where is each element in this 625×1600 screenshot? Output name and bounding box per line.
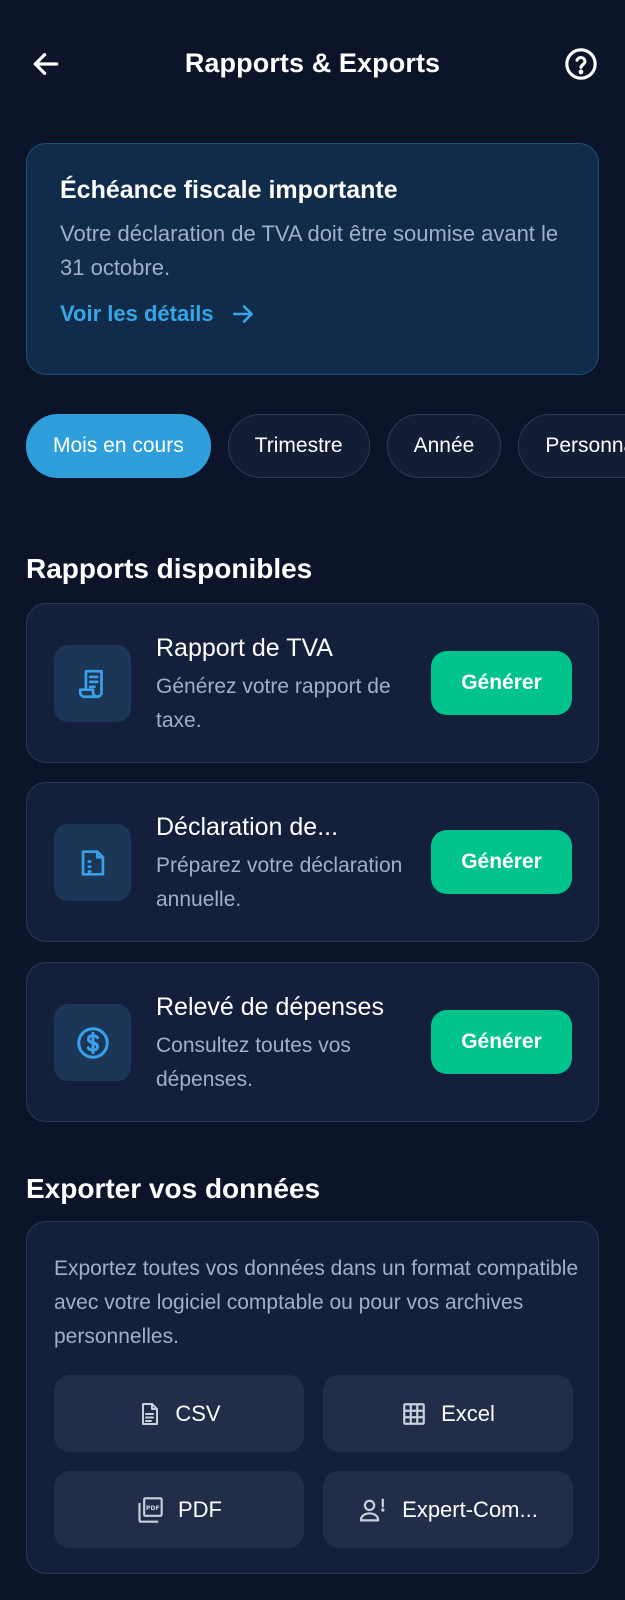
- tax-deadline-alert: Échéance fiscale importante Votre déclar…: [26, 143, 599, 375]
- export-card: Exportez toutes vos données dans un form…: [26, 1221, 599, 1574]
- export-section-title: Exporter vos données: [26, 1173, 321, 1204]
- export-pdf-button[interactable]: PDF PDF: [54, 1471, 304, 1548]
- report-description: Consultez toutes vos dépenses.: [156, 1034, 351, 1091]
- export-excel-button[interactable]: Excel: [323, 1375, 573, 1452]
- report-title: Rapport de TVA: [156, 634, 333, 662]
- alert-text: Votre déclaration de TVA doit être soumi…: [60, 221, 559, 280]
- generate-declaration-button[interactable]: Générer: [431, 830, 572, 894]
- report-card-expenses: Relevé de dépenses Consultez toutes vos …: [26, 962, 599, 1122]
- help-button[interactable]: [561, 44, 601, 84]
- svg-text:PDF: PDF: [146, 1505, 160, 1512]
- export-csv-button[interactable]: CSV: [54, 1375, 304, 1452]
- export-csv-label: CSV: [175, 1400, 221, 1426]
- report-description: Générez votre rapport de taxe.: [156, 675, 391, 732]
- top-app-bar: Rapports & Exports: [0, 26, 625, 102]
- generate-expenses-button[interactable]: Générer: [431, 1010, 572, 1074]
- report-icon-box: [54, 645, 131, 722]
- user-alert-icon: [359, 1498, 385, 1521]
- grid-icon: [403, 1402, 425, 1425]
- report-icon-box: [54, 824, 131, 901]
- chip-current-month[interactable]: Mois en cours: [26, 414, 211, 478]
- help-circle-icon: [565, 48, 597, 80]
- view-details-label: Voir les détails: [60, 301, 214, 326]
- file-text-icon: [142, 1402, 159, 1425]
- report-card-vat: Rapport de TVA Générez votre rapport de …: [26, 603, 599, 763]
- export-accountant-label: Expert-Com...: [402, 1496, 538, 1522]
- chip-custom[interactable]: Personnalisé: [518, 414, 625, 478]
- export-accountant-button[interactable]: Expert-Com...: [323, 1471, 573, 1548]
- document-icon: [81, 849, 104, 876]
- reports-section-title: Rapports disponibles: [26, 553, 313, 584]
- report-title: Déclaration de...: [156, 813, 339, 841]
- arrow-right-icon: [232, 305, 253, 323]
- dollar-circle-icon: [76, 1026, 109, 1059]
- export-excel-label: Excel: [441, 1400, 495, 1426]
- chip-year[interactable]: Année: [386, 414, 502, 478]
- generate-vat-report-button[interactable]: Générer: [431, 651, 572, 715]
- view-details-link[interactable]: Voir les détails: [60, 301, 565, 327]
- chip-quarter[interactable]: Trimestre: [227, 414, 370, 478]
- alert-title: Échéance fiscale importante: [60, 176, 398, 204]
- export-pdf-label: PDF: [178, 1496, 222, 1522]
- report-card-declaration: Déclaration de... Préparez votre déclara…: [26, 782, 599, 942]
- pdf-icon: PDF: [138, 1496, 163, 1523]
- page-title: Rapports & Exports: [184, 48, 441, 78]
- period-filter-chips: Mois en coursTrimestreAnnéePersonnalisé: [26, 414, 625, 478]
- receipt-icon: [78, 669, 103, 698]
- report-description: Préparez votre déclaration annuelle.: [156, 854, 403, 911]
- report-title: Relevé de dépenses: [156, 993, 384, 1021]
- report-icon-box: [54, 1004, 131, 1081]
- export-description: Exportez toutes vos données dans un form…: [54, 1257, 579, 1348]
